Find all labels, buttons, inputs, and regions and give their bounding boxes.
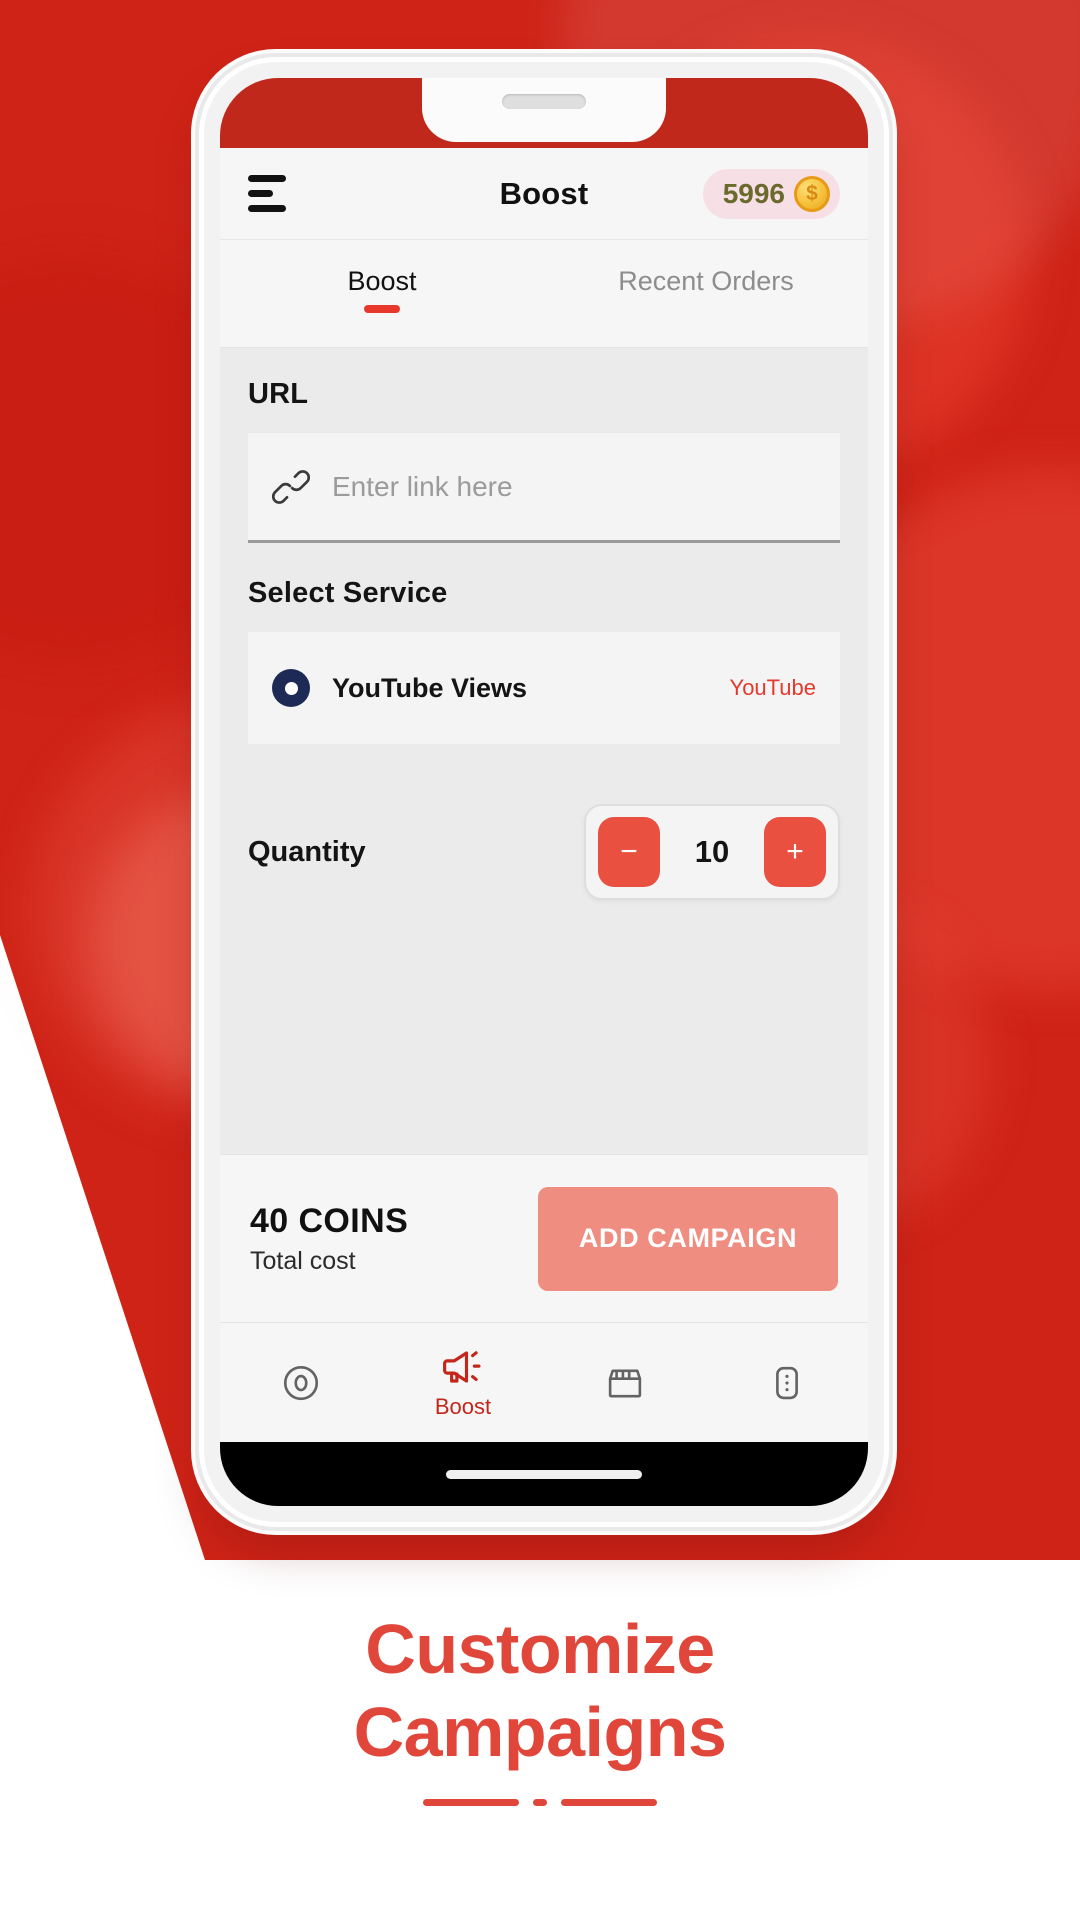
link-icon: [272, 469, 310, 504]
more-vertical-icon: [776, 1366, 798, 1399]
hamburger-line: [248, 190, 273, 197]
home-indicator: [446, 1469, 642, 1479]
status-bar: [220, 78, 868, 148]
promo-divider: [0, 1799, 1080, 1807]
quantity-label: Quantity: [248, 835, 366, 868]
promo-caption: Customize Campaigns: [0, 1608, 1080, 1807]
coin-balance-value: 5996: [722, 177, 785, 209]
main-content: URL Enter link here Select Service YouTu…: [220, 348, 868, 1154]
phone-screen: Boost 5996 $ Boost Recent Orders URL Ent…: [220, 78, 868, 1506]
notch: [422, 78, 666, 142]
total-cost-amount: 40 COINS: [250, 1201, 409, 1240]
url-input-placeholder: Enter link here: [332, 470, 513, 502]
promo-caption-line-1: Customize: [365, 1610, 715, 1688]
hamburger-icon[interactable]: [248, 175, 290, 212]
add-campaign-button[interactable]: ADD CAMPAIGN: [538, 1186, 838, 1291]
app-bar: Boost 5996 $: [220, 148, 868, 240]
nav-item-boost[interactable]: Boost: [382, 1346, 544, 1420]
quantity-increment-button[interactable]: +: [764, 817, 826, 887]
total-cost-caption: Total cost: [250, 1246, 356, 1275]
nav-item-store[interactable]: [544, 1362, 706, 1404]
phone-mockup: Boost 5996 $ Boost Recent Orders URL Ent…: [204, 62, 884, 1522]
nav-item-more[interactable]: [706, 1362, 868, 1404]
divider-dot: [533, 1799, 547, 1807]
service-section-label: Select Service: [248, 577, 448, 609]
total-cost-bar: 40 COINS Total cost ADD CAMPAIGN: [220, 1154, 868, 1322]
coin-icon: $: [794, 175, 830, 212]
url-input-field[interactable]: Enter link here: [248, 433, 840, 543]
eye-view-icon: [272, 669, 310, 707]
divider-segment: [561, 1799, 657, 1807]
divider-segment: [423, 1799, 519, 1807]
quantity-row: Quantity − 10 +: [248, 804, 840, 900]
tab-boost[interactable]: Boost: [220, 266, 544, 313]
quantity-decrement-button[interactable]: −: [598, 817, 660, 887]
megaphone-icon: [443, 1350, 481, 1383]
service-selector[interactable]: YouTube Views YouTube: [248, 632, 840, 744]
tab-bar: Boost Recent Orders: [220, 240, 868, 348]
total-cost-block: 40 COINS Total cost: [250, 1202, 408, 1276]
hamburger-line: [248, 205, 286, 212]
store-icon: [608, 1368, 642, 1397]
promo-caption-line-2: Campaigns: [353, 1692, 727, 1771]
nav-item-boost-label: Boost: [434, 1393, 492, 1419]
screenshot-stage: Boost 5996 $ Boost Recent Orders URL Ent…: [0, 0, 1080, 1920]
url-section-label: URL: [248, 378, 309, 410]
hamburger-line: [248, 175, 286, 182]
bottom-navigation: Boost: [220, 1322, 868, 1442]
quantity-value: 10: [694, 834, 730, 869]
tab-recent-orders[interactable]: Recent Orders: [544, 266, 868, 313]
coin-balance-badge[interactable]: 5996 $: [702, 168, 840, 219]
service-name: YouTube Views: [332, 672, 528, 703]
quantity-stepper: − 10 +: [584, 804, 840, 900]
speaker-grille: [502, 94, 586, 109]
service-platform: YouTube: [729, 675, 816, 700]
nav-item-coins[interactable]: [220, 1362, 382, 1404]
home-indicator-area: [220, 1442, 868, 1506]
coin-circle-icon: [283, 1365, 319, 1400]
